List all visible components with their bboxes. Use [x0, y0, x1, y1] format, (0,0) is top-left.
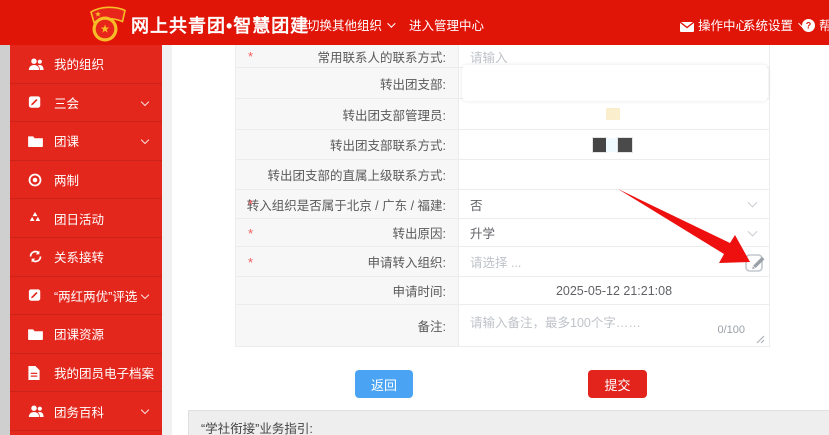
resize-handle-icon[interactable] [756, 333, 765, 342]
chevron-down-icon [141, 136, 149, 144]
field-label: 转出团支部联系方式: [330, 135, 446, 154]
form-row-outgoing-branch-contact: 转出团支部联系方式: [236, 130, 769, 160]
envelope-icon [680, 21, 694, 35]
pencil-square-icon [28, 95, 48, 109]
redacted-value-mark [606, 108, 620, 120]
form-row-outgoing-branch: 转出团支部: [236, 68, 769, 99]
enter-admin-center-link[interactable]: 进入管理中心 [409, 15, 484, 34]
folder-icon [28, 135, 48, 147]
remark-textarea[interactable]: 请输入备注，最多100个字…… 0/100 [459, 305, 769, 346]
transfer-reason-select[interactable]: 升学 [459, 219, 769, 246]
action-center-link[interactable]: 操作中心 [680, 15, 748, 35]
redacted-value-mark [606, 138, 618, 152]
app-window: 网上共青团•智慧团建 切换其他组织 进入管理中心 操作中心 系统设置 ? 帮助 [0, 0, 829, 435]
sidebar-item-member-earchive[interactable]: 我的团员电子档案 [10, 354, 162, 393]
redacted-value-mark [618, 138, 632, 152]
field-label: 申请时间: [393, 281, 446, 300]
back-button[interactable]: 返回 [355, 370, 413, 398]
top-header-bar: 网上共青团•智慧团建 切换其他组织 进入管理中心 操作中心 系统设置 ? 帮助 [0, 0, 829, 45]
pencil-square-icon [28, 288, 48, 302]
file-icon [28, 366, 48, 380]
users-icon [28, 57, 48, 71]
field-label: 转出团支部管理员: [343, 105, 446, 124]
field-label: 常用联系人的联系方式: [318, 47, 446, 66]
sidebar-item-sanhui[interactable]: 三会 [10, 84, 162, 123]
sidebar-nav: 我的组织 三会 团课 两制 团日活动 [10, 45, 162, 435]
business-guide-title: “学社衔接”业务指引: [201, 422, 313, 435]
page-background-strip [0, 45, 10, 435]
field-label: 转出原因: [393, 223, 446, 242]
field-label: 转出团支部的直属上级联系方式: [268, 165, 446, 184]
page-title: 网上共青团•智慧团建 [131, 12, 309, 38]
chevron-down-icon [141, 97, 149, 105]
form-row-target-organization: * 申请转入组织: 请选择 ... [236, 247, 769, 277]
folder-icon [28, 328, 48, 340]
system-settings-dropdown[interactable]: 系统设置 [743, 15, 804, 34]
help-link[interactable]: ? 帮助 [802, 15, 829, 35]
users-icon [28, 404, 48, 418]
field-label: 转出团支部: [380, 74, 446, 93]
business-guide-panel: “学社衔接”业务指引: [188, 410, 829, 435]
field-label: 转入组织是否属于北京 / 广东 / 福建: [247, 195, 446, 214]
required-asterisk: * [248, 197, 253, 212]
form-row-parent-org-contact: 转出团支部的直属上级联系方式: [236, 160, 769, 190]
redacted-value-mark [593, 138, 606, 152]
sidebar-item-liangzhi[interactable]: 两制 [10, 161, 162, 200]
form-row-region-select: *转入组织是否属于北京 / 广东 / 福建: 否 [236, 190, 769, 219]
remark-placeholder: 请输入备注，最多100个字…… [470, 312, 641, 331]
field-label: 备注: [418, 316, 446, 335]
form-row-application-time: 申请时间: 2025-05-12 21:21:08 [236, 277, 769, 305]
chevron-down-icon [387, 19, 395, 27]
sidebar-item-lianghong-liangyou[interactable]: “两红两优”评选 [10, 277, 162, 316]
content-gutter [162, 45, 172, 435]
chevron-down-icon [748, 198, 758, 208]
sidebar-item-league-day-activity[interactable]: 团日活动 [10, 199, 162, 238]
target-icon [28, 173, 48, 187]
redacted-value-overlay [462, 65, 768, 101]
chevron-down-icon [141, 290, 149, 298]
required-asterisk: * [248, 226, 253, 241]
submit-button[interactable]: 提交 [588, 370, 647, 398]
transfer-application-form: * 常用联系人的联系方式: 请输入 转出团支部: 转出团支部管理员: 转出团支部联… [235, 45, 770, 347]
sidebar-item-course-resources[interactable]: 团课资源 [10, 315, 162, 354]
contact-method-input[interactable]: 请输入 [470, 47, 508, 66]
recycle-icon [28, 211, 48, 225]
edit-icon[interactable] [743, 250, 767, 274]
sync-icon [28, 250, 48, 263]
select-value: 升学 [470, 223, 495, 242]
form-row-transfer-reason: * 转出原因: 升学 [236, 219, 769, 247]
application-time-value: 2025-05-12 21:21:08 [556, 284, 672, 298]
required-asterisk: * [248, 49, 253, 64]
sidebar-item-relation-transfer[interactable]: 关系接转 [10, 238, 162, 277]
svg-text:?: ? [806, 21, 812, 31]
sidebar-item-league-encyclopedia[interactable]: 团务百科 [10, 392, 162, 431]
sidebar-item-my-organization[interactable]: 我的组织 [10, 45, 162, 84]
form-row-outgoing-branch-admin: 转出团支部管理员: [236, 99, 769, 130]
chevron-down-icon [748, 226, 758, 236]
field-label: 申请转入组织: [368, 252, 446, 271]
question-circle-icon: ? [802, 19, 815, 35]
target-organization-picker[interactable]: 请选择 ... [470, 252, 521, 271]
required-asterisk: * [248, 255, 253, 270]
form-row-remark: 备注: 请输入备注，最多100个字…… 0/100 [236, 305, 769, 347]
select-value: 否 [470, 195, 483, 214]
char-counter: 0/100 [717, 324, 745, 336]
region-select[interactable]: 否 [459, 190, 769, 218]
chevron-down-icon [141, 406, 149, 414]
league-emblem-logo [86, 3, 128, 48]
sidebar-item-tuanke[interactable]: 团课 [10, 122, 162, 161]
switch-organization-dropdown[interactable]: 切换其他组织 [307, 15, 393, 34]
